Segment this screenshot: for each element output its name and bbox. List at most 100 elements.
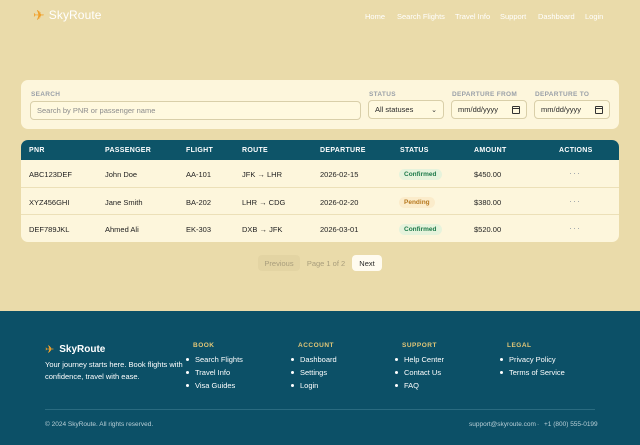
bullet-icon xyxy=(395,358,398,361)
footer-link-label: Search Flights xyxy=(195,355,243,364)
cell-departure: 2026-02-20 xyxy=(320,197,359,207)
footer-copyright: © 2024 SkyRoute. All rights reserved. xyxy=(45,421,154,428)
cell-passenger: Ahmed Ali xyxy=(105,225,139,234)
bullet-icon xyxy=(291,384,294,387)
column-flight: FLIGHT xyxy=(186,147,214,154)
table-row[interactable]: ABC123DEF John Doe AA-101 JFK → LHR 2026… xyxy=(21,160,619,188)
footer-link[interactable]: Help Center xyxy=(395,355,444,364)
footer-link[interactable]: Terms of Service xyxy=(500,368,565,377)
cell-departure: 2026-02-15 xyxy=(320,170,359,179)
more-icon[interactable]: ··· xyxy=(569,223,581,233)
status-badge: Confirmed xyxy=(399,224,442,235)
brand-logo[interactable]: ✈ SkyRoute xyxy=(33,8,102,22)
status-select-value: All statuses xyxy=(375,105,414,114)
footer-email[interactable]: support@skyroute.com xyxy=(469,421,536,428)
plane-icon: ✈ xyxy=(45,344,55,356)
nav-support[interactable]: Support xyxy=(500,12,526,21)
footer-link[interactable]: FAQ xyxy=(395,381,419,390)
top-header: ✈ SkyRoute Home Search Flights Travel In… xyxy=(0,0,640,33)
bullet-icon xyxy=(291,371,294,374)
status-label: STATUS xyxy=(369,91,396,98)
footer-link[interactable]: Login xyxy=(291,381,318,390)
column-pnr: PNR xyxy=(29,147,45,154)
footer-col-legal-title: LEGAL xyxy=(507,342,532,349)
departure-from-label: DEPARTURE FROM xyxy=(452,91,518,98)
departure-to-label: DEPARTURE TO xyxy=(535,91,590,98)
table-row[interactable]: DEF789JKL Ahmed Ali EK-303 DXB → JFK 202… xyxy=(21,215,619,242)
brand-name: SkyRoute xyxy=(48,8,102,22)
departure-to-input[interactable]: mm/dd/yyyy xyxy=(534,100,610,119)
column-amount: AMOUNT xyxy=(474,147,507,154)
footer-link[interactable]: Contact Us xyxy=(395,368,441,377)
footer-link[interactable]: Dashboard xyxy=(291,355,337,364)
footer-brand-name: SkyRoute xyxy=(59,344,106,355)
bullet-icon xyxy=(291,358,294,361)
footer-link[interactable]: Settings xyxy=(291,368,327,377)
footer-tagline: Your journey starts here. Book flights w… xyxy=(45,360,183,381)
footer-link[interactable]: Search Flights xyxy=(186,355,243,364)
previous-page-button[interactable]: Previous xyxy=(258,255,300,271)
search-label: SEARCH xyxy=(31,91,61,98)
search-placeholder: Search by PNR or passenger name xyxy=(37,106,156,115)
status-badge: Confirmed xyxy=(399,169,442,180)
footer-phone[interactable]: +1 (800) 555-0199 xyxy=(544,421,598,428)
cell-route: LHR → CDG xyxy=(242,197,286,207)
bullet-icon xyxy=(395,384,398,387)
page-indicator: Page 1 of 2 xyxy=(306,258,346,268)
column-route: ROUTE xyxy=(242,147,268,154)
footer-link-label: Visa Guides xyxy=(195,381,236,390)
footer-col-account-title: ACCOUNT xyxy=(298,342,334,349)
cell-amount: $450.00 xyxy=(474,170,502,179)
footer-col-support-title: SUPPORT xyxy=(402,342,437,349)
footer-col-book-title: BOOK xyxy=(193,342,215,349)
calendar-icon[interactable] xyxy=(512,105,520,114)
departure-from-input[interactable]: mm/dd/yyyy xyxy=(451,100,527,119)
bullet-icon xyxy=(186,358,189,361)
cell-amount: $380.00 xyxy=(474,197,502,207)
status-select[interactable]: All statuses ⌄ xyxy=(368,100,444,119)
cell-pnr: XYZ456GHI xyxy=(29,197,70,207)
nav-travel-info[interactable]: Travel Info xyxy=(455,12,490,21)
footer-link-label: Settings xyxy=(300,368,328,377)
footer-link-label: Login xyxy=(300,381,319,390)
footer-link-label: Dashboard xyxy=(300,355,337,364)
more-icon[interactable]: ··· xyxy=(569,168,581,178)
cell-flight: AA-101 xyxy=(186,170,212,179)
table-header: PNR PASSENGER FLIGHT ROUTE DEPARTURE STA… xyxy=(21,140,619,160)
footer-link[interactable]: Visa Guides xyxy=(186,381,235,390)
bookings-table: PNR PASSENGER FLIGHT ROUTE DEPARTURE STA… xyxy=(21,140,619,242)
cell-route: JFK → LHR xyxy=(242,170,283,179)
next-page-button[interactable]: Next xyxy=(352,255,382,271)
bullet-icon xyxy=(186,384,189,387)
nav-search-flights[interactable]: Search Flights xyxy=(397,12,445,21)
bullet-icon xyxy=(500,358,503,361)
table-row[interactable]: XYZ456GHI Jane Smith BA-202 LHR → CDG 20… xyxy=(21,188,619,215)
column-status: STATUS xyxy=(400,147,429,154)
cell-departure: 2026-03-01 xyxy=(320,225,359,234)
chevron-down-icon: ⌄ xyxy=(431,106,437,114)
footer-link-label: FAQ xyxy=(404,381,420,390)
departure-from-value: mm/dd/yyyy xyxy=(458,105,499,114)
cell-flight: EK-303 xyxy=(186,225,212,234)
bullet-icon xyxy=(186,371,189,374)
more-icon[interactable]: ··· xyxy=(569,196,581,206)
search-input[interactable]: Search by PNR or passenger name xyxy=(30,101,361,120)
site-footer: ✈ SkyRoute Your journey starts here. Boo… xyxy=(0,311,640,445)
nav-login[interactable]: Login xyxy=(585,12,603,21)
cell-passenger: Jane Smith xyxy=(105,197,143,207)
nav-dashboard[interactable]: Dashboard xyxy=(538,12,575,21)
column-departure: DEPARTURE xyxy=(320,147,366,154)
footer-separator: · xyxy=(537,421,540,428)
cell-passenger: John Doe xyxy=(105,170,138,179)
column-passenger: PASSENGER xyxy=(105,147,152,154)
cell-flight: BA-202 xyxy=(186,197,212,207)
footer-divider xyxy=(45,409,595,410)
bullet-icon xyxy=(500,371,503,374)
calendar-icon[interactable] xyxy=(595,105,603,114)
footer-link[interactable]: Travel Info xyxy=(186,368,230,377)
footer-link-label: Privacy Policy xyxy=(509,355,556,364)
footer-brand[interactable]: ✈ SkyRoute xyxy=(45,343,105,356)
nav-home[interactable]: Home xyxy=(365,12,385,21)
footer-link[interactable]: Privacy Policy xyxy=(500,355,556,364)
bullet-icon xyxy=(395,371,398,374)
